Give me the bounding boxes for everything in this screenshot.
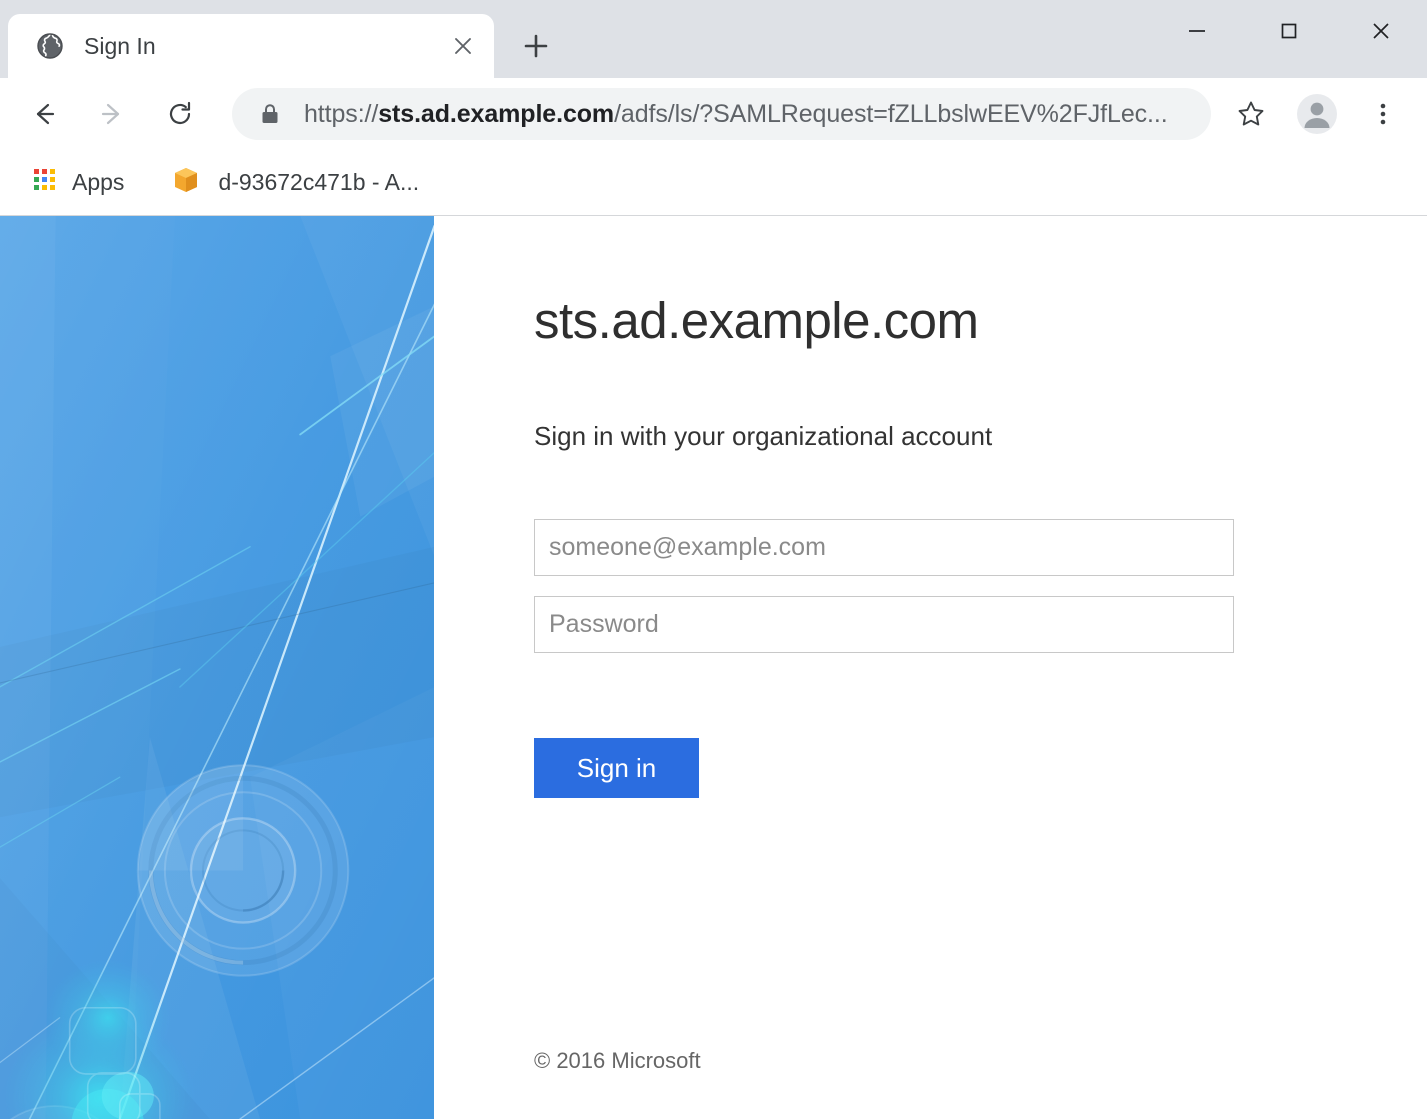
profile-avatar-icon[interactable] (1289, 86, 1345, 142)
sign-in-button[interactable]: Sign in (534, 738, 699, 798)
page-title: sts.ad.example.com (534, 292, 979, 349)
close-icon[interactable] (446, 29, 480, 63)
password-input[interactable] (534, 596, 1234, 653)
bookmark-item[interactable]: d-93672c471b - A... (160, 160, 429, 206)
username-input[interactable] (534, 519, 1234, 576)
url-scheme: https:// (304, 99, 379, 128)
browser-tab[interactable]: Sign In (8, 14, 494, 78)
apps-grid-icon (32, 167, 58, 198)
new-tab-button[interactable] (512, 22, 560, 70)
tab-strip: Sign In (0, 0, 1427, 78)
bookmark-item-label: d-93672c471b - A... (218, 169, 420, 195)
address-bar[interactable]: https://sts.ad.example.com/adfs/ls/?SAML… (232, 88, 1211, 140)
bookmark-star-icon[interactable] (1223, 86, 1279, 142)
signin-panel: sts.ad.example.com Sign in with your org… (434, 216, 1427, 1119)
page-viewport: sts.ad.example.com Sign in with your org… (0, 216, 1427, 1119)
browser-menu-icon[interactable] (1355, 86, 1411, 142)
forward-button[interactable] (84, 86, 140, 142)
window-controls (1151, 0, 1427, 62)
minimize-button[interactable] (1151, 0, 1243, 62)
lock-icon (258, 102, 282, 126)
bookmark-apps-label: Apps (72, 169, 125, 195)
reload-button[interactable] (152, 86, 208, 142)
tab-title: Sign In (84, 32, 156, 59)
address-bar-text: https://sts.ad.example.com/adfs/ls/?SAML… (304, 100, 1168, 129)
globe-icon (36, 32, 64, 60)
browser-window: Sign In https://sts.ad.example.com/adfs/… (0, 0, 1427, 1119)
url-path: /adfs/ls/?SAMLRequest=fZLLbslwEEV%2FJfLe… (614, 99, 1168, 128)
bookmark-bar: Apps d-93672c471b - A... (0, 150, 1427, 216)
url-host: sts.ad.example.com (378, 99, 615, 128)
close-window-button[interactable] (1335, 0, 1427, 62)
maximize-button[interactable] (1243, 0, 1335, 62)
browser-toolbar: https://sts.ad.example.com/adfs/ls/?SAML… (0, 78, 1427, 150)
bookmark-apps-shortcut[interactable]: Apps (22, 160, 134, 206)
back-button[interactable] (16, 86, 72, 142)
copyright-notice: © 2016 Microsoft (534, 1048, 701, 1073)
abstract-blue-graphic (0, 216, 434, 1119)
signin-instruction: Sign in with your organizational account (534, 421, 993, 451)
orange-box-icon (170, 164, 202, 201)
